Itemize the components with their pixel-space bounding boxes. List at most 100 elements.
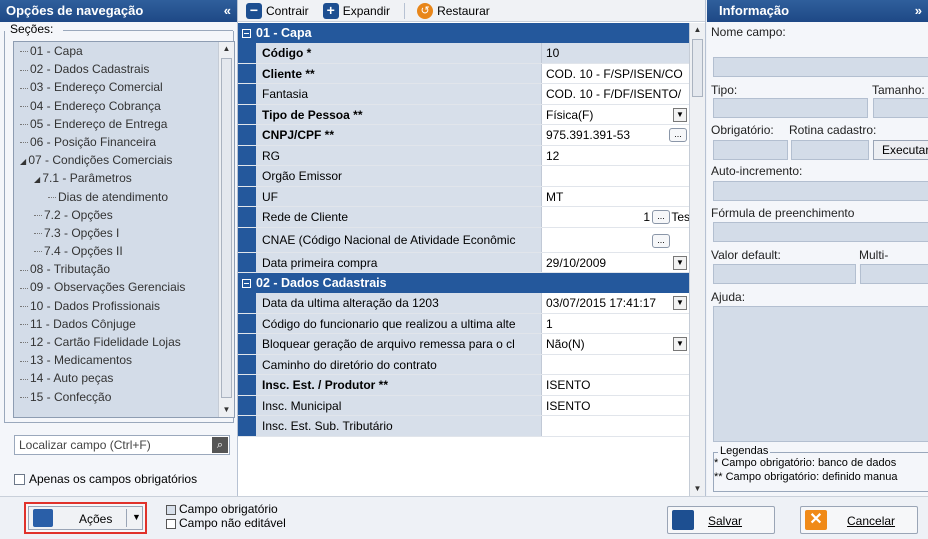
tree-item[interactable]: 03 - Endereço Comercial [14,78,234,96]
property-row[interactable]: Código do funcionario que realizou a ult… [238,313,690,334]
property-value[interactable]: COD. 10 - F/DF/ISENTO/ [542,84,690,104]
property-value[interactable]: ISENTO [542,375,690,395]
property-value[interactable]: ISENTO [542,395,690,415]
tree-item-label: 06 - Posição Financeira [30,134,157,149]
checkbox-box[interactable] [14,474,25,486]
property-row[interactable]: Código * 10 [238,43,690,64]
tree-item[interactable]: 15 - Confecção [14,388,234,406]
tree-item[interactable]: 01 - Capa [14,42,234,60]
property-value[interactable]: Física(F) ▼ [542,104,690,124]
property-value[interactable]: Não(N) ▼ [542,334,690,354]
search-field[interactable]: Localizar campo (Ctrl+F) ⌕ [14,435,230,455]
property-value[interactable] [542,416,690,436]
property-row[interactable]: Orgão Emissor [238,166,690,187]
collapse-category-icon[interactable] [242,278,251,288]
property-row[interactable]: Insc. Est. Sub. Tributário [238,416,690,437]
tree-item[interactable]: 12 - Cartão Fidelidade Lojas [14,333,234,351]
property-value[interactable]: 29/10/2009 ▼ [542,252,690,272]
chevron-down-icon[interactable]: ▼ [673,255,687,270]
property-value[interactable]: 10 [542,43,690,63]
property-value[interactable] [542,166,690,186]
property-value[interactable]: 975.391.391-53... [542,125,690,145]
collapse-category-icon[interactable] [242,28,251,38]
property-name: CNAE (Código Nacional de Atividade Econô… [256,227,542,252]
scroll-up-icon[interactable]: ▲ [219,42,234,56]
actions-button[interactable]: Ações ▼ [24,502,147,534]
property-value[interactable]: 12 [542,145,690,165]
property-value[interactable]: MT [542,186,690,206]
ellipsis-button[interactable]: ... [669,128,687,142]
property-row[interactable]: Rede de Cliente 1... Tes [238,207,690,228]
grid-scroll-thumb[interactable] [692,39,703,97]
grid-scrollbar[interactable]: ▲ ▼ [689,23,705,496]
property-row[interactable]: Insc. Est. / Produtor ** ISENTO [238,375,690,396]
expand-button[interactable]: + Expandir [322,2,400,19]
search-icon[interactable]: ⌕ [212,437,228,453]
property-value[interactable] [542,354,690,374]
tree-item[interactable]: 05 - Endereço de Entrega [14,115,234,133]
tree-item[interactable]: 10 - Dados Profissionais [14,297,234,315]
property-grid[interactable]: 01 - Capa Código * 10 Cliente ** COD. 10 - F… [238,23,690,496]
tree-item[interactable]: 11 - Dados Cônjuge [14,315,234,333]
ellipsis-button[interactable]: ... [652,210,670,224]
tree-item[interactable]: 13 - Medicamentos [14,351,234,369]
legend-required-label: Campo obrigatório [179,502,278,516]
scroll-down-icon[interactable]: ▼ [690,482,705,496]
expand-panel-icon[interactable]: » [915,0,922,22]
property-value[interactable]: COD. 10 - F/SP/ISEN/CO [542,63,690,83]
ellipsis-button[interactable]: ... [652,233,670,248]
collapse-button[interactable]: − Contrair [246,2,319,19]
property-row[interactable]: CNAE (Código Nacional de Atividade Econô… [238,227,690,253]
property-value[interactable]: 03/07/2015 17:41:17 ▼ [542,293,690,313]
property-row[interactable]: Insc. Municipal ISENTO [238,395,690,416]
cancel-button[interactable]: ✕ Cancelar [800,506,918,534]
tree-item[interactable]: 02 - Dados Cadastrais [14,60,234,78]
tree-item[interactable]: 7.4 - Opções II [14,242,234,260]
property-row[interactable]: Data da ultima alteração da 1203 03/07/20… [238,293,690,314]
collapse-panel-icon[interactable]: « [224,0,231,22]
tree-scrollbar[interactable]: ▲ ▼ [218,42,234,417]
property-value[interactable]: 1 [542,313,690,333]
chevron-down-icon[interactable]: ▼ [673,337,687,351]
restore-button[interactable]: ↺ Restaurar [417,2,500,19]
property-row[interactable]: Cliente ** COD. 10 - F/SP/ISEN/CO [238,63,690,84]
tree-connector [20,360,28,362]
property-row[interactable]: Fantasia COD. 10 - F/DF/ISENTO/ [238,84,690,105]
property-row[interactable]: Bloquear geração de arquivo remessa para… [238,334,690,355]
tree-item[interactable]: 06 - Posição Financeira [14,133,234,151]
tree-item-label: 15 - Confecção [30,389,112,404]
tree-item[interactable]: ◢ 7.1 - Parâmetros [14,169,234,187]
property-row[interactable]: RG 12 [238,145,690,166]
property-value[interactable]: ... [542,227,690,252]
only-required-checkbox[interactable]: Apenas os campos obrigatórios [14,472,197,486]
tree-item[interactable]: 14 - Auto peças [14,369,234,387]
tree-item[interactable]: 08 - Tributação [14,260,234,278]
actions-button-face[interactable]: Ações ▼ [28,506,143,530]
execute-button[interactable]: Executar [873,140,928,160]
tree-item[interactable]: Dias de atendimento [14,188,234,206]
property-row[interactable]: Caminho do diretório do contrato [238,354,690,375]
property-row[interactable]: Data primeira compra 29/10/2009 ▼ [238,252,690,273]
category-header[interactable]: 01 - Capa [238,23,690,43]
chevron-down-icon[interactable]: ▼ [132,512,141,522]
floppy-disk-icon [672,510,694,530]
sections-tree[interactable]: 01 - Capa 02 - Dados Cadastrais 03 - Ender… [13,41,235,418]
tree-item[interactable]: 7.3 - Opções I [14,224,234,242]
chevron-down-icon[interactable]: ▼ [673,296,687,310]
scroll-down-icon[interactable]: ▼ [219,403,234,417]
tree-item[interactable]: ◢ 07 - Condições Comerciais [14,151,234,169]
legend-not-editable-label: Campo não editável [179,516,286,530]
tree-item[interactable]: 09 - Observações Gerenciais [14,278,234,296]
save-button[interactable]: Salvar [667,506,775,534]
tree-scroll-thumb[interactable] [221,58,232,398]
property-row[interactable]: CNPJ/CPF ** 975.391.391-53... [238,125,690,146]
category-header[interactable]: 02 - Dados Cadastrais [238,273,690,293]
tree-item[interactable]: 04 - Endereço Cobrança [14,97,234,115]
chevron-down-icon[interactable]: ▼ [673,107,687,122]
property-value[interactable]: 1... Tes [542,207,690,227]
property-row[interactable]: UF MT [238,186,690,207]
property-row[interactable]: Tipo de Pessoa ** Física(F) ▼ [238,104,690,125]
tree-item[interactable]: 7.2 - Opções [14,206,234,224]
scroll-up-icon[interactable]: ▲ [690,23,705,37]
cancel-label: Cancelar [847,514,896,528]
